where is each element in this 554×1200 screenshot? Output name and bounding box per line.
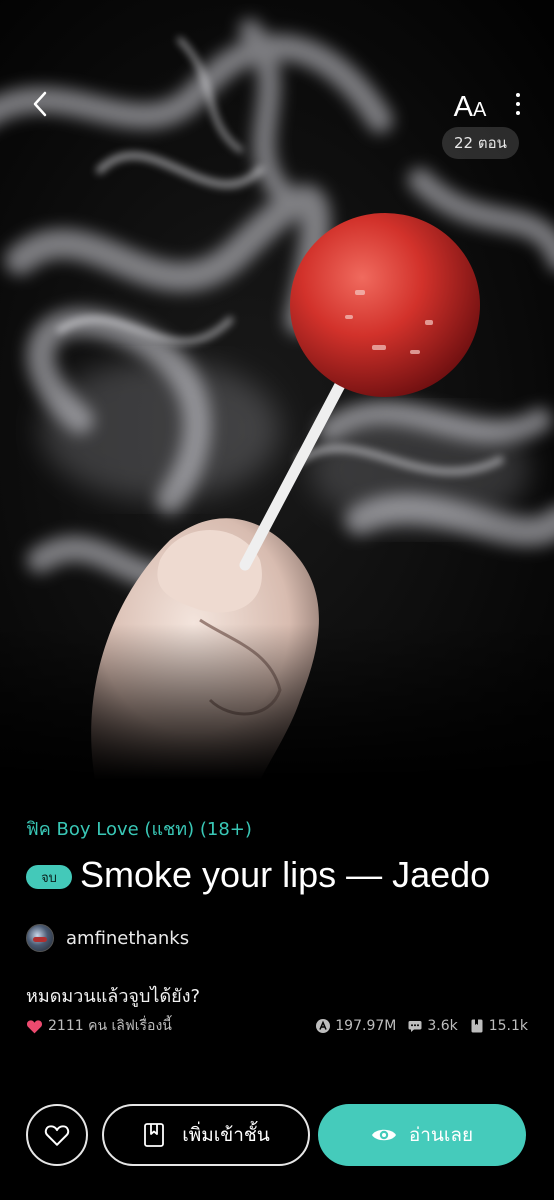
like-button[interactable] bbox=[26, 1104, 88, 1166]
library-count: 15.1k bbox=[488, 1018, 528, 1034]
top-bar: AA 22 ตอน bbox=[0, 0, 554, 170]
likes-text: 2111 คน เลิฟเรื่องนี้ bbox=[48, 1018, 172, 1034]
story-title: Smoke your lips — Jaedo bbox=[80, 854, 491, 895]
title-row: จบ Smoke your lips — Jaedo bbox=[26, 854, 490, 896]
story-tagline: หมดมวนแล้วจูบได้ยัง? bbox=[26, 986, 201, 1007]
read-now-button[interactable]: อ่านเลย bbox=[318, 1104, 526, 1166]
episodes-count-badge: 22 ตอน bbox=[442, 127, 519, 159]
comments-count: 3.6k bbox=[427, 1018, 458, 1034]
add-to-library-button[interactable]: เพิ่มเข้าชั้น bbox=[102, 1104, 310, 1166]
heart-outline-icon bbox=[44, 1125, 70, 1146]
more-options-button[interactable] bbox=[505, 86, 531, 122]
genre-label[interactable]: ฟิค Boy Love (แชท) (18+) bbox=[26, 814, 252, 843]
library-stat: 15.1k bbox=[470, 1018, 528, 1034]
views-count: 197.97M bbox=[335, 1018, 397, 1034]
stats-row: 2111 คน เลิฟเรื่องนี้ 197.97M 3.6k 15.1k bbox=[26, 1015, 528, 1037]
font-size-button[interactable]: AA bbox=[447, 84, 493, 124]
font-size-label-big: A bbox=[453, 91, 473, 123]
comments-stat: 3.6k bbox=[408, 1018, 458, 1034]
avatar bbox=[26, 924, 54, 952]
bookmark-book-icon bbox=[470, 1019, 484, 1033]
views-stat: 197.97M bbox=[316, 1018, 396, 1034]
heart-icon bbox=[26, 1019, 43, 1034]
more-vertical-icon bbox=[516, 93, 520, 97]
author-row[interactable]: amfinethanks bbox=[26, 924, 189, 952]
status-badge: จบ bbox=[26, 865, 72, 889]
back-button[interactable] bbox=[24, 84, 56, 124]
add-to-library-label: เพิ่มเข้าชั้น bbox=[182, 1124, 270, 1146]
eye-icon bbox=[371, 1129, 396, 1141]
comment-icon bbox=[408, 1019, 422, 1033]
author-name[interactable]: amfinethanks bbox=[66, 928, 189, 949]
font-size-label-small: A bbox=[473, 99, 487, 121]
right-stats: 197.97M 3.6k 15.1k bbox=[316, 1018, 528, 1034]
bookmark-book-icon bbox=[144, 1123, 165, 1147]
chevron-left-icon bbox=[33, 91, 47, 117]
bottom-actions: เพิ่มเข้าชั้น อ่านเลย bbox=[0, 1104, 554, 1166]
more-vertical-icon-dot bbox=[516, 102, 520, 106]
views-icon bbox=[316, 1019, 331, 1033]
likes-stat: 2111 คน เลิฟเรื่องนี้ bbox=[26, 1015, 172, 1037]
more-vertical-icon-dot bbox=[516, 111, 520, 115]
read-now-label: อ่านเลย bbox=[408, 1124, 474, 1146]
